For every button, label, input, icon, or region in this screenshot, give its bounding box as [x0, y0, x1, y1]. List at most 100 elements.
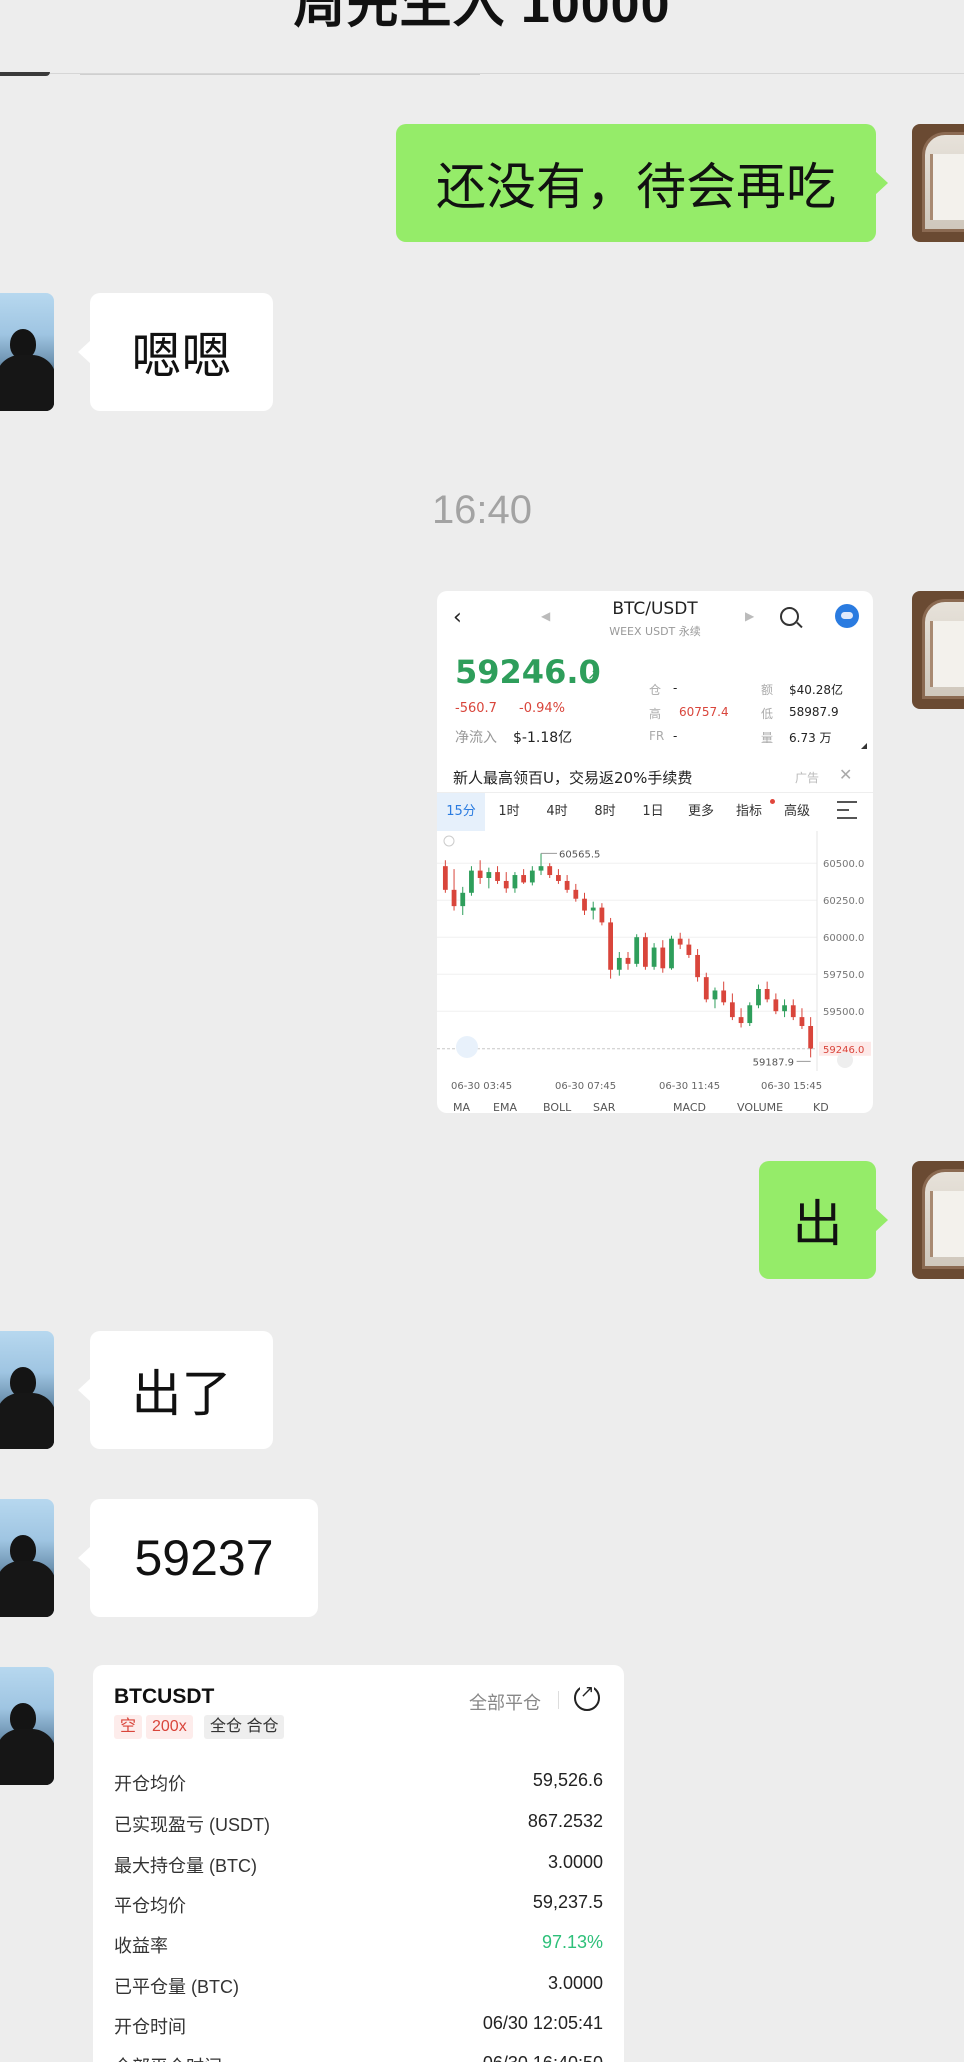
inflow-label: 净流入	[455, 730, 497, 746]
side-tag: 空	[114, 1715, 143, 1739]
low-value: 58987.9	[789, 705, 839, 719]
candle-body	[442, 866, 448, 890]
row-value: 06/30 16:40:50	[483, 2053, 603, 2062]
chat-header: 周先生入 10000	[0, 0, 964, 74]
header-divider	[80, 74, 480, 75]
candle-body	[573, 889, 579, 899]
x-tick-label: 06-30 03:45	[451, 1081, 512, 1092]
candle-body	[590, 907, 596, 911]
candle-body	[477, 870, 483, 878]
high-value: 60757.4	[679, 705, 729, 719]
pair-subtitle: WEEX USDT 永续	[609, 625, 701, 638]
y-tick-label: 59750.0	[823, 970, 864, 981]
pair-title: BTC/USDT	[612, 599, 698, 619]
message-bubble-mine[interactable]: 还没有，待会再吃	[396, 124, 888, 242]
candle-body	[738, 1017, 744, 1024]
share-icon	[574, 1683, 600, 1711]
ad-text: 新人最高领百U，交易返20%手续费	[453, 769, 693, 787]
volume-label: 量	[761, 731, 774, 745]
contact-avatar[interactable]	[0, 1499, 54, 1617]
ad-tag: 广告	[795, 771, 820, 785]
close-icon: ✕	[839, 765, 853, 784]
position-card-message[interactable]: BTCUSDT 空 200x 全仓 合仓 全部平仓 开仓均价 59,526.6 已…	[93, 1665, 624, 2062]
candle-body	[486, 872, 492, 878]
ad-banner: 新人最高领百U，交易返20%手续费 广告 ✕	[437, 759, 873, 793]
tab-4h: 4时	[546, 804, 568, 819]
candle-body	[608, 922, 613, 970]
loading-icon	[443, 835, 455, 847]
indicator-volume: VOLUME	[737, 1101, 784, 1113]
my-avatar[interactable]	[912, 1161, 964, 1279]
x-tick-label: 06-30 07:45	[555, 1081, 616, 1092]
tab-15m: 15分	[437, 793, 485, 831]
position-row: 最大持仓量 (BTC) 3.0000	[114, 1848, 603, 1878]
candle-body	[503, 880, 509, 889]
y-tick-label: 59500.0	[823, 1007, 864, 1018]
message-bubble-theirs[interactable]: 嗯嗯	[78, 293, 273, 411]
amount-value: $40.28亿	[789, 683, 843, 697]
message-bubble-mine[interactable]: 出	[759, 1161, 888, 1279]
chart-settings-icon	[837, 801, 857, 819]
message-text: 嗯嗯	[131, 328, 232, 384]
trend-arrow-icon: ↗	[587, 667, 599, 683]
row-value: 867.2532	[527, 1811, 603, 1831]
high-label: 高	[649, 707, 662, 721]
inflow-value: $-1.18亿	[513, 730, 573, 746]
indicator-kd: KD	[813, 1101, 829, 1113]
candle-body	[790, 1005, 796, 1018]
indicator-boll: BOLL	[543, 1101, 572, 1113]
candle-body	[703, 977, 709, 1000]
low-label: 低	[761, 707, 774, 721]
message-bubble-theirs[interactable]: 出了	[78, 1331, 273, 1449]
candlestick-chart: 60500.0 60250.0 60000.0 59750.0 59500.0 60565…	[437, 831, 871, 1092]
chat-title: 周先生入 10000	[293, 0, 671, 34]
contact-avatar[interactable]	[0, 1331, 54, 1449]
candle-body	[625, 957, 631, 964]
contact-avatar[interactable]	[0, 1667, 54, 1785]
header-back-stub[interactable]	[0, 72, 50, 76]
candle-body	[529, 870, 535, 883]
my-avatar[interactable]	[912, 124, 964, 242]
position-row: 全部平仓时间 06/30 16:40:50	[114, 2049, 603, 2062]
row-label: 平仓均价	[114, 1896, 186, 1916]
close-all-button: 全部平仓	[469, 1693, 541, 1713]
row-value: 06/30 12:05:41	[482, 2013, 603, 2033]
contact-avatar[interactable]	[0, 293, 54, 411]
position-row: 开仓均价 59,526.6	[114, 1766, 603, 1796]
price-change: -560.7	[455, 701, 497, 716]
candle-body	[729, 1002, 735, 1018]
row-label: 最大持仓量 (BTC)	[114, 1856, 257, 1876]
y-tick-label: 60000.0	[823, 933, 864, 944]
chart-screenshot-message[interactable]: ‹ ◀ BTC/USDT WEEX USDT 永续 ▶ 59246.0 ↗ -5…	[437, 591, 873, 1113]
candle-body	[564, 880, 570, 890]
my-avatar[interactable]	[912, 591, 964, 709]
candle-body	[469, 870, 474, 893]
search-icon	[780, 607, 799, 626]
y-tick-label: 60250.0	[823, 896, 864, 907]
message-text: 还没有，待会再吃	[436, 159, 836, 215]
message-bubble-theirs[interactable]: 59237	[78, 1499, 318, 1617]
candle-body	[512, 875, 518, 889]
candle-body	[582, 898, 587, 911]
row-value: 59,237.5	[532, 1892, 603, 1912]
exchange-logo-icon	[835, 604, 859, 628]
position-row: 平仓均价 59,237.5	[114, 1888, 603, 1918]
row-label: 开仓时间	[114, 2017, 186, 2037]
candle-body	[643, 937, 648, 967]
amount-label: 额	[761, 683, 774, 697]
price-change-percent: -0.94%	[519, 701, 565, 716]
candle-body	[695, 954, 700, 978]
row-label: 开仓均价	[114, 1774, 186, 1794]
funding-rate-label: FR	[649, 729, 665, 743]
candle-body	[660, 947, 666, 969]
row-label: 全部平仓时间	[114, 2053, 222, 2062]
position-row: 已实现盈亏 (USDT) 867.2532	[114, 1807, 603, 1837]
candle-body	[712, 990, 718, 1000]
indicator-macd: MACD	[673, 1101, 706, 1113]
candle-body	[764, 989, 770, 1000]
candle-body	[782, 1005, 787, 1012]
row-value: 3.0000	[547, 1973, 603, 1993]
message-text: 出	[792, 1196, 843, 1252]
volume-value: 6.73 万	[789, 731, 832, 745]
candle-body	[451, 889, 457, 907]
